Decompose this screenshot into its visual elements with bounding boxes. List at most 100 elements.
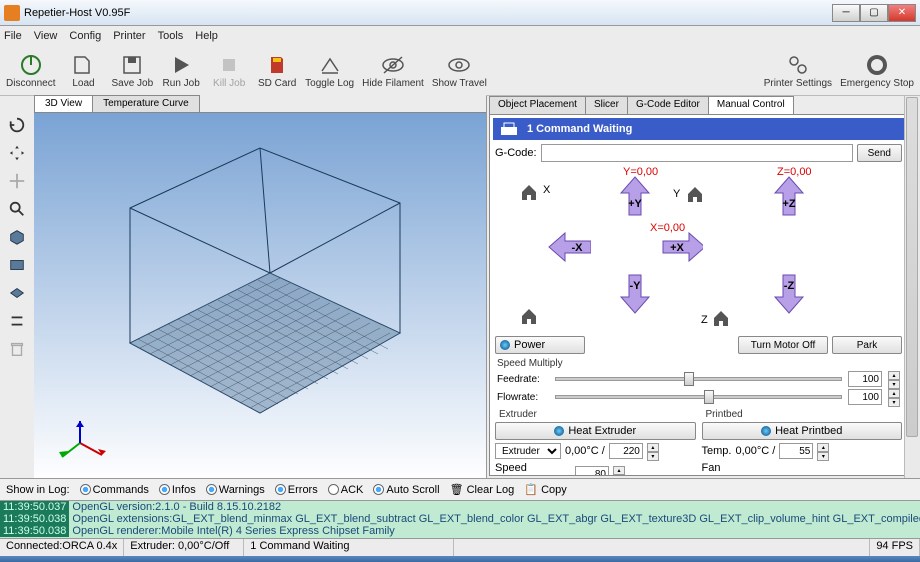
menu-bar: File View Config Printer Tools Help <box>0 26 920 46</box>
minus-y-button[interactable]: -Y <box>613 278 657 308</box>
printer-settings-button[interactable]: Printer Settings <box>764 53 832 89</box>
window-title: Repetier-Host V0.95F <box>24 7 832 19</box>
tab-temperature-curve[interactable]: Temperature Curve <box>92 95 200 112</box>
plus-y-button[interactable]: +Y <box>613 182 657 212</box>
feedrate-spinner[interactable]: ▴▾ <box>888 371 900 387</box>
move-view-icon[interactable] <box>6 142 28 164</box>
menu-tools[interactable]: Tools <box>158 30 184 42</box>
feedrate-value[interactable] <box>848 371 882 387</box>
gcode-input[interactable] <box>541 144 853 162</box>
filter-errors[interactable]: Errors <box>275 484 318 496</box>
flowrate-slider[interactable] <box>555 390 842 404</box>
heat-printbed-button[interactable]: Heat Printbed <box>702 422 903 440</box>
status-connection: Connected:ORCA 0.4x <box>0 539 124 556</box>
main-toolbar: Disconnect Load Save Job Run Job Kill Jo… <box>0 46 920 96</box>
filter-ack[interactable]: ACK <box>328 484 364 496</box>
menu-printer[interactable]: Printer <box>113 30 145 42</box>
home-x-icon[interactable] <box>519 182 539 202</box>
bed-temp: 0,00°C / <box>735 445 775 457</box>
show-travel-button[interactable]: Show Travel <box>432 53 487 89</box>
heat-extruder-button[interactable]: Heat Extruder <box>495 422 696 440</box>
zoom-icon[interactable] <box>6 198 28 220</box>
menu-help[interactable]: Help <box>195 30 218 42</box>
speed-spinner[interactable]: ▴▾ <box>613 466 625 476</box>
park-button[interactable]: Park <box>832 336 902 354</box>
reset-view-icon[interactable] <box>6 114 28 136</box>
svg-text:+Z: +Z <box>782 198 795 210</box>
bed-target[interactable] <box>779 443 813 459</box>
filter-commands[interactable]: Commands <box>80 484 149 496</box>
send-button[interactable]: Send <box>857 144 902 162</box>
run-job-button[interactable]: Run Job <box>161 53 201 89</box>
minus-x-button[interactable]: -X <box>547 232 591 262</box>
minimize-button[interactable]: ─ <box>832 4 860 22</box>
save-job-button[interactable]: Save Job <box>111 53 153 89</box>
menu-view[interactable]: View <box>34 30 58 42</box>
minus-z-button[interactable]: -Z <box>767 278 811 308</box>
home-all-icon[interactable] <box>519 306 539 326</box>
right-scrollbar[interactable] <box>904 96 920 478</box>
flowrate-label: Flowrate: <box>497 392 549 403</box>
parallel-projection-icon[interactable] <box>6 310 28 332</box>
fan-label: Fan <box>702 462 721 474</box>
front-view-icon[interactable] <box>6 254 28 276</box>
hide-filament-button[interactable]: Hide Filament <box>362 53 424 89</box>
svg-text:+X: +X <box>670 242 684 254</box>
home-y-icon[interactable] <box>685 184 705 204</box>
turn-motor-off-button[interactable]: Turn Motor Off <box>738 336 828 354</box>
delete-icon[interactable] <box>6 338 28 360</box>
tab-gcode-editor[interactable]: G-Code Editor <box>627 96 709 114</box>
status-fps: 94 FPS <box>870 539 920 556</box>
title-bar: Repetier-Host V0.95F ─ ▢ ✕ <box>0 0 920 26</box>
tab-object-placement[interactable]: Object Placement <box>489 96 586 114</box>
log-output[interactable]: 11:39:50.037OpenGL version:2.1.0 - Build… <box>0 500 920 538</box>
top-view-icon[interactable] <box>6 282 28 304</box>
printer-icon <box>499 121 519 137</box>
copy-log-button[interactable]: 📋 Copy <box>524 483 566 496</box>
bed-temp-label: Temp. <box>702 445 732 457</box>
tab-manual-control[interactable]: Manual Control <box>708 96 794 114</box>
svg-text:-Z: -Z <box>784 280 795 292</box>
plus-x-button[interactable]: +X <box>659 232 703 262</box>
extruder-select[interactable]: Extruder 1 <box>495 443 561 459</box>
power-button[interactable]: Power <box>495 336 585 354</box>
3d-viewport[interactable] <box>34 113 486 478</box>
printbed-heading: Printbed <box>706 409 899 420</box>
speed-value[interactable] <box>575 466 609 476</box>
sd-card-button[interactable]: SD Card <box>257 53 297 89</box>
feedrate-slider[interactable] <box>555 372 842 386</box>
view-toolbar <box>0 96 34 478</box>
flowrate-spinner[interactable]: ▴▾ <box>888 389 900 405</box>
plus-z-button[interactable]: +Z <box>767 182 811 212</box>
disconnect-button[interactable]: Disconnect <box>6 53 55 89</box>
filter-infos[interactable]: Infos <box>159 484 196 496</box>
clear-log-button[interactable]: 🗑 Clear Log <box>450 483 515 496</box>
load-button[interactable]: Load <box>63 53 103 89</box>
tab-3d-view[interactable]: 3D View <box>34 95 93 112</box>
bed-target-spinner[interactable]: ▴▾ <box>817 443 829 459</box>
log-filter-bar: Show in Log: Commands Infos Warnings Err… <box>0 478 920 500</box>
menu-config[interactable]: Config <box>69 30 101 42</box>
maximize-button[interactable]: ▢ <box>860 4 888 22</box>
tab-slicer[interactable]: Slicer <box>585 96 628 114</box>
status-bar: Connected:ORCA 0.4x Extruder: 0,00°C/Off… <box>0 538 920 556</box>
extruder-temp: 0,00°C / <box>565 445 605 457</box>
svg-text:-X: -X <box>572 242 584 254</box>
extruder-heading: Extruder <box>499 409 692 420</box>
home-z-icon[interactable] <box>711 308 731 328</box>
move-object-icon[interactable] <box>6 170 28 192</box>
status-command: 1 Command Waiting <box>244 539 454 556</box>
menu-file[interactable]: File <box>4 30 22 42</box>
close-button[interactable]: ✕ <box>888 4 916 22</box>
extruder-target-spinner[interactable]: ▴▾ <box>647 443 659 459</box>
toggle-log-button[interactable]: Toggle Log <box>305 53 354 89</box>
filter-warnings[interactable]: Warnings <box>206 484 265 496</box>
y-axis-label: Y <box>673 188 680 200</box>
svg-text:+Y: +Y <box>628 198 642 210</box>
emergency-stop-button[interactable]: Emergency Stop <box>840 53 914 89</box>
isometric-view-icon[interactable] <box>6 226 28 248</box>
kill-job-button: Kill Job <box>209 53 249 89</box>
flowrate-value[interactable] <box>848 389 882 405</box>
autoscroll-toggle[interactable]: Auto Scroll <box>373 484 439 496</box>
extruder-target[interactable] <box>609 443 643 459</box>
